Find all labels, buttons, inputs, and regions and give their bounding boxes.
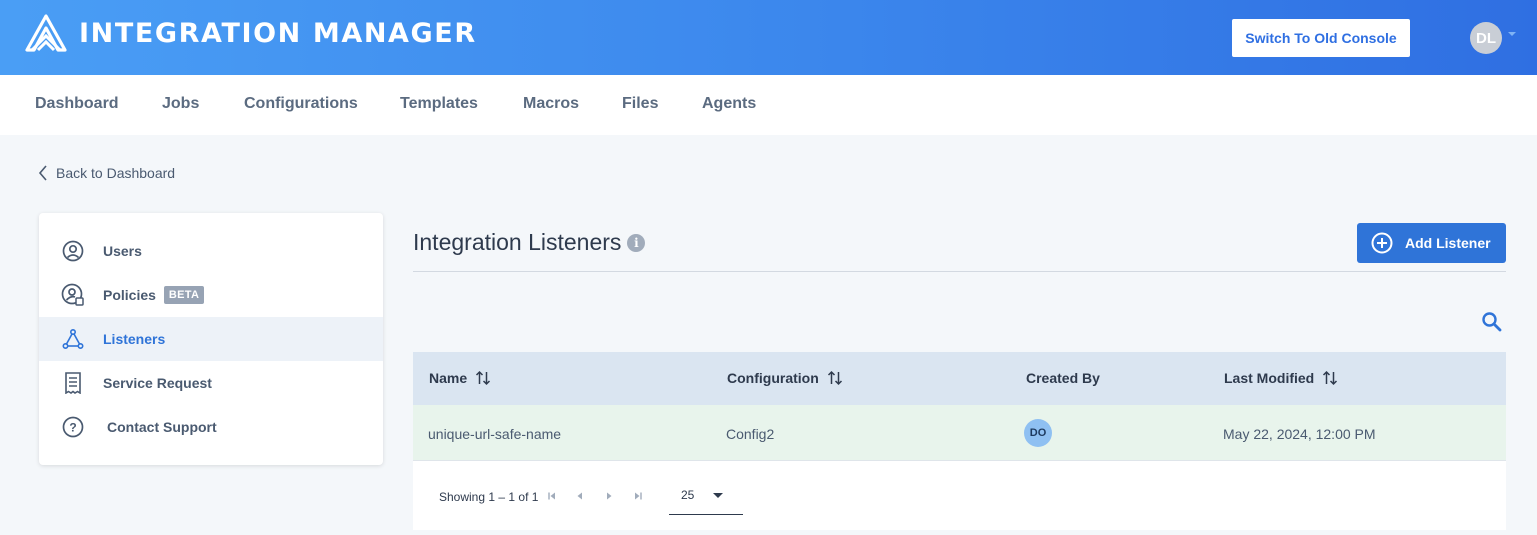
column-header-created-by: Created By [1026, 370, 1100, 386]
cell-last-modified: May 22, 2024, 12:00 PM [1223, 426, 1376, 442]
column-label: Last Modified [1224, 370, 1315, 386]
pagination-range: Showing 1 – 1 of 1 [439, 490, 539, 504]
nav-macros[interactable]: Macros [523, 95, 579, 113]
nav-agents[interactable]: Agents [702, 95, 756, 113]
sidebar-item-service-request[interactable]: Service Request [39, 361, 383, 405]
sidebar-item-label: Policies [103, 287, 156, 303]
user-shield-icon [61, 283, 85, 307]
nav-dashboard[interactable]: Dashboard [35, 95, 119, 113]
page-size-select[interactable]: 25 [669, 476, 743, 515]
caret-down-icon [713, 493, 723, 498]
sort-icon[interactable] [827, 370, 843, 386]
mountain-logo-icon [25, 14, 67, 52]
table-row[interactable]: unique-url-safe-name Config2 DO May 22, … [413, 405, 1506, 461]
back-to-dashboard-link[interactable]: Back to Dashboard [38, 165, 175, 181]
sidebar-item-label: Service Request [103, 375, 212, 391]
table-header: Name Configuration Created By Last Modif… [413, 352, 1506, 405]
settings-sidebar: Users Policies BETA Listeners Service Re… [39, 213, 383, 465]
add-listener-button[interactable]: Add Listener [1357, 223, 1506, 263]
listener-network-icon [61, 327, 85, 351]
created-by-avatar: DO [1024, 419, 1052, 447]
page-title: Integration Listeners [413, 229, 622, 255]
page-title-container: Integration Listeners i [413, 229, 646, 256]
search-icon[interactable] [1480, 310, 1504, 334]
app-title: INTEGRATION MANAGER [79, 18, 477, 49]
beta-badge: BETA [163, 286, 205, 304]
next-page-icon[interactable] [603, 490, 615, 502]
table-pagination: Showing 1 – 1 of 1 25 [413, 461, 1506, 530]
add-listener-label: Add Listener [1405, 235, 1491, 251]
chevron-down-icon[interactable] [1508, 32, 1516, 36]
column-label: Configuration [727, 370, 819, 386]
nav-files[interactable]: Files [622, 95, 658, 113]
sidebar-item-label: Listeners [103, 331, 166, 347]
cell-name: unique-url-safe-name [428, 426, 562, 442]
sidebar-item-contact-support[interactable]: ? Contact Support [39, 405, 383, 449]
column-label: Created By [1026, 370, 1100, 386]
last-page-icon[interactable] [632, 490, 644, 502]
column-header-name[interactable]: Name [429, 370, 491, 386]
sort-icon[interactable] [1322, 370, 1338, 386]
title-divider [413, 271, 1506, 272]
page-size-value: 25 [681, 488, 695, 502]
back-link-label: Back to Dashboard [56, 165, 176, 181]
switch-to-old-console-button[interactable]: Switch To Old Console [1232, 19, 1410, 57]
plus-circle-icon [1371, 232, 1393, 254]
chevron-left-icon [38, 165, 47, 181]
user-circle-icon [61, 239, 85, 263]
nav-jobs[interactable]: Jobs [162, 95, 199, 113]
column-label: Name [429, 370, 468, 386]
cell-configuration: Config2 [726, 426, 775, 442]
sidebar-item-label: Contact Support [107, 419, 217, 435]
top-header: INTEGRATION MANAGER Switch To Old Consol… [0, 0, 1537, 75]
nav-configurations[interactable]: Configurations [244, 95, 358, 113]
sidebar-item-policies[interactable]: Policies BETA [39, 273, 383, 317]
first-page-icon[interactable] [546, 490, 558, 502]
previous-page-icon[interactable] [574, 490, 586, 502]
help-circle-icon: ? [61, 415, 85, 439]
sidebar-item-listeners[interactable]: Listeners [39, 317, 383, 361]
column-header-last-modified[interactable]: Last Modified [1224, 370, 1338, 386]
column-header-configuration[interactable]: Configuration [727, 370, 843, 386]
sidebar-item-users[interactable]: Users [39, 229, 383, 273]
user-avatar[interactable]: DL [1470, 22, 1502, 54]
nav-templates[interactable]: Templates [400, 95, 478, 113]
info-icon[interactable]: i [627, 233, 646, 252]
sidebar-item-label: Users [103, 243, 142, 259]
svg-text:?: ? [69, 421, 76, 435]
sort-icon[interactable] [475, 370, 491, 386]
listeners-table: Name Configuration Created By Last Modif… [413, 352, 1506, 530]
main-nav: Dashboard Jobs Configurations Templates … [0, 75, 1537, 135]
receipt-icon [61, 371, 85, 395]
